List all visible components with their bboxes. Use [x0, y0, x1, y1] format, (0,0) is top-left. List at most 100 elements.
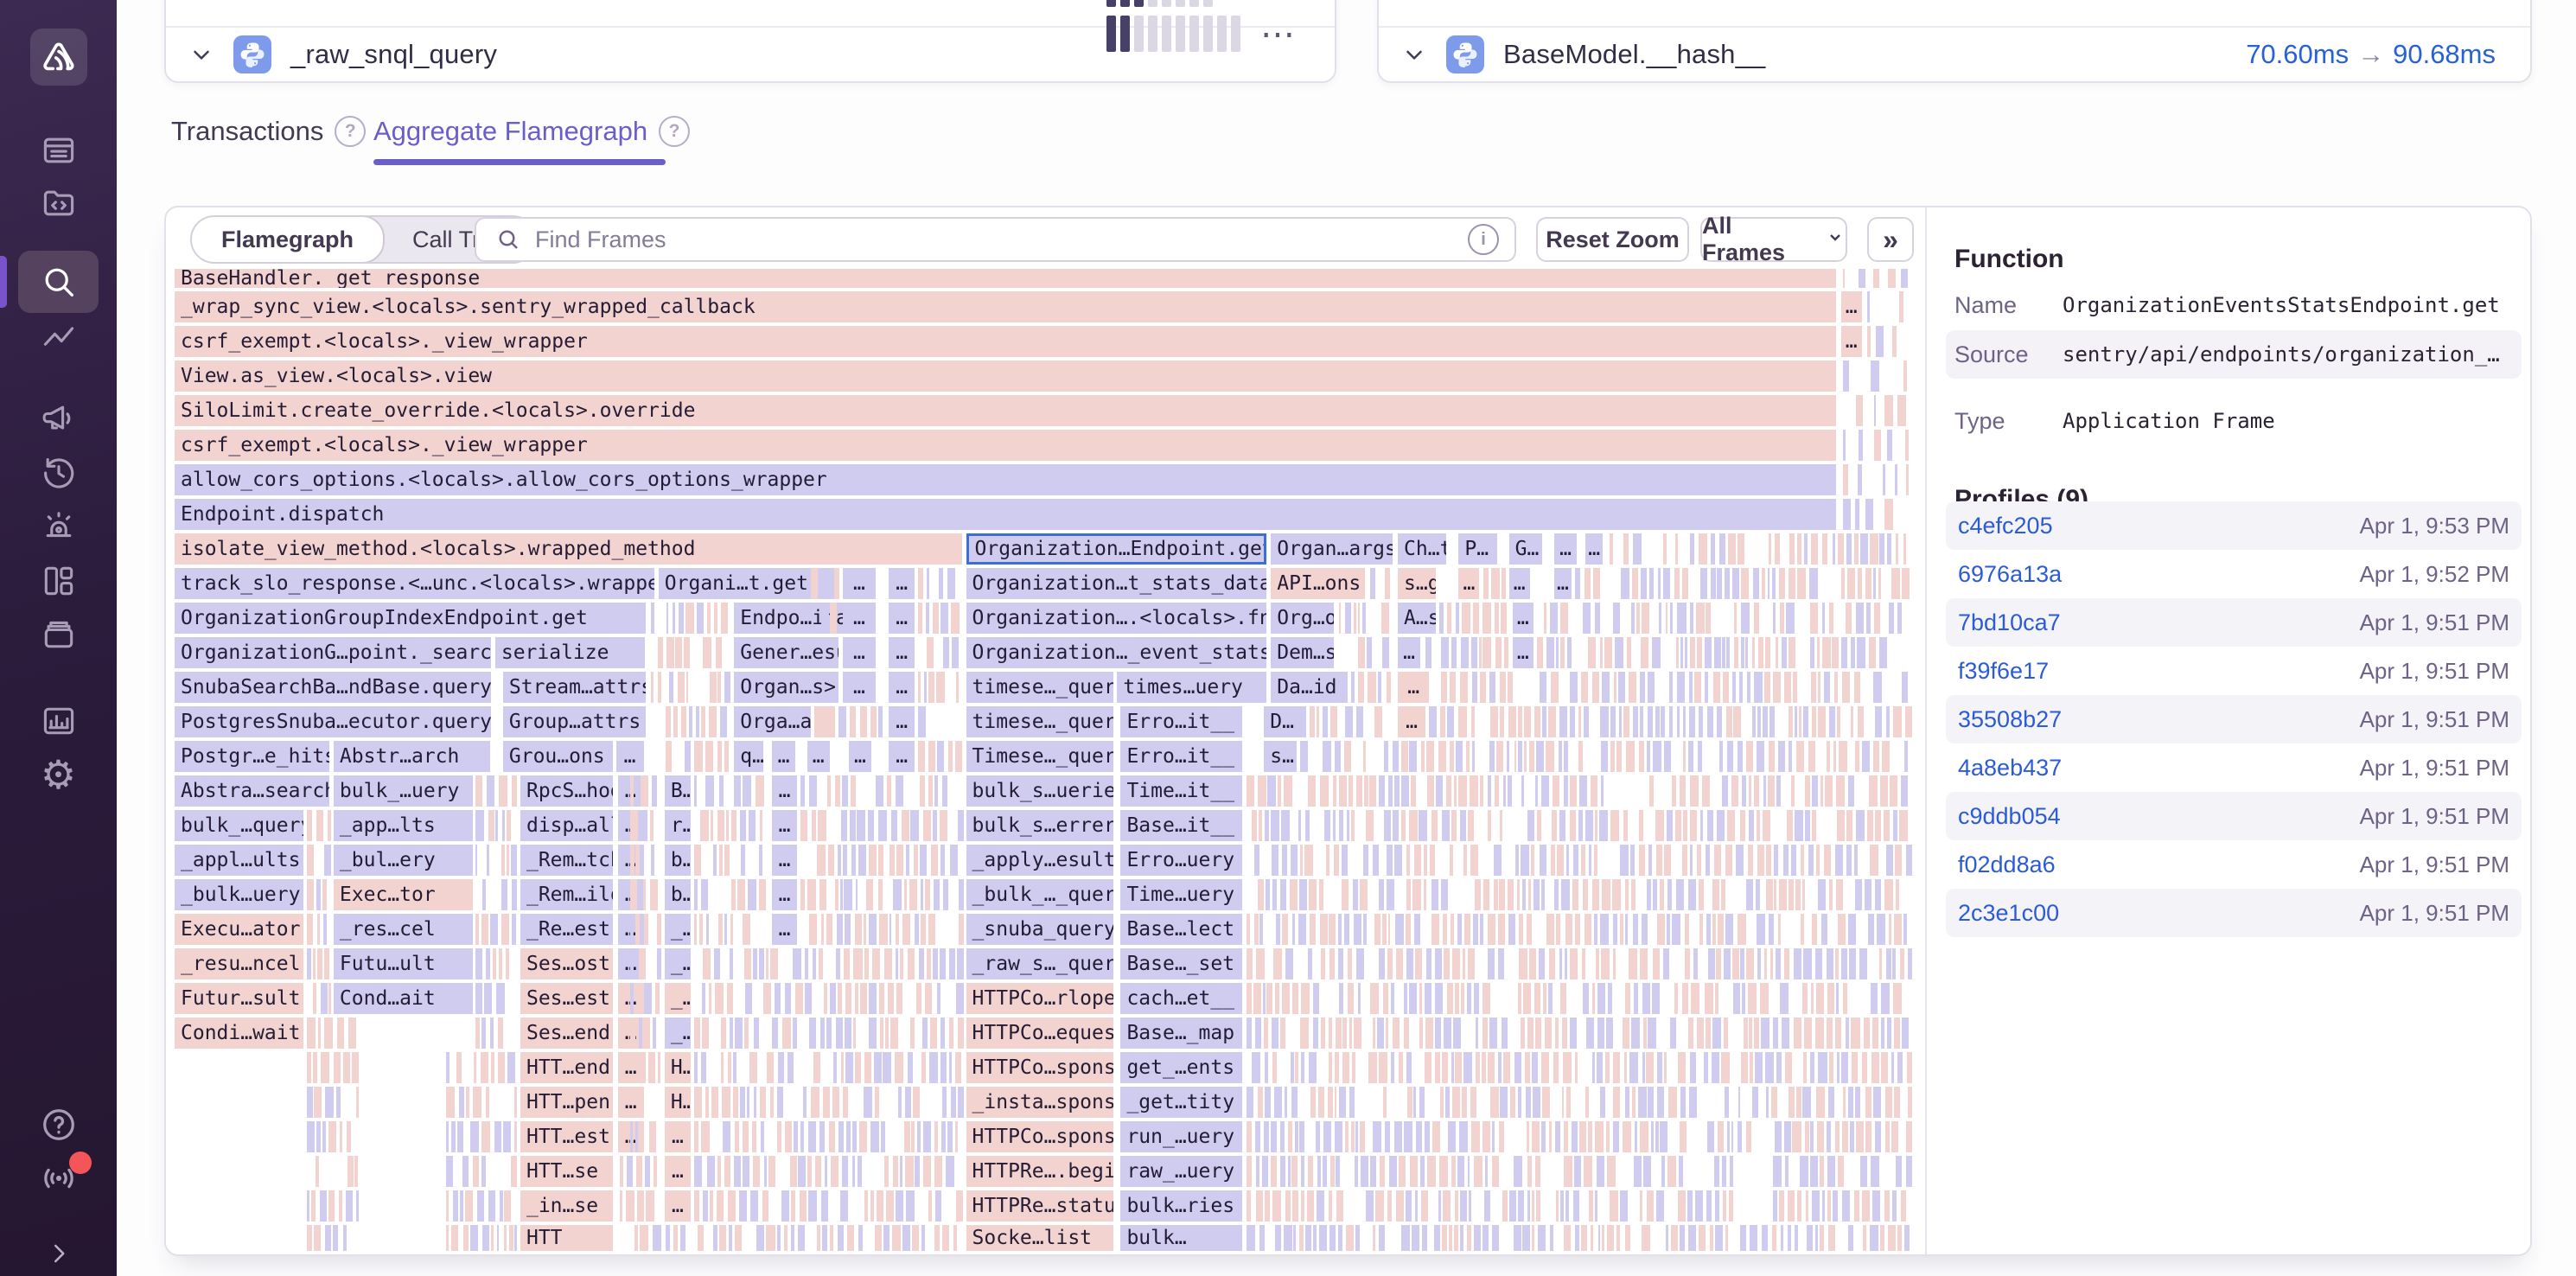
flamegraph-frame[interactable]: [914, 845, 918, 876]
flamegraph-frame[interactable]: [481, 914, 488, 945]
flamegraph-frame[interactable]: [1247, 1225, 1255, 1251]
flamegraph-frame[interactable]: [1829, 879, 1833, 910]
flamegraph-frame[interactable]: [459, 1087, 465, 1118]
flamegraph-frame[interactable]: [1474, 1156, 1482, 1187]
flamegraph-frame[interactable]: [1848, 775, 1854, 807]
flamegraph-frame[interactable]: [316, 1121, 321, 1152]
flamegraph-frame[interactable]: [1500, 706, 1504, 737]
flamegraph-frame[interactable]: [512, 914, 516, 945]
flamegraph-frame[interactable]: [760, 810, 762, 841]
flamegraph-frame[interactable]: [1629, 1052, 1638, 1083]
flamegraph-frame[interactable]: [1407, 1087, 1412, 1118]
flamegraph-frame[interactable]: [348, 1018, 356, 1049]
flamegraph-frame[interactable]: [1839, 741, 1847, 772]
flamegraph-frame[interactable]: [1556, 637, 1559, 668]
flamegraph-frame[interactable]: [1410, 1156, 1419, 1187]
flamegraph-frame[interactable]: [1719, 741, 1723, 772]
flamegraph-frame[interactable]: [709, 983, 711, 1014]
flamegraph-frame[interactable]: [1411, 775, 1416, 807]
flamegraph-frame[interactable]: [1640, 1190, 1642, 1222]
flamegraph-frame[interactable]: [1345, 603, 1351, 634]
flamegraph-frame[interactable]: [1897, 603, 1902, 634]
flamegraph-frame[interactable]: [1766, 879, 1772, 910]
flamegraph-frame[interactable]: [1655, 706, 1660, 737]
flamegraph-frame[interactable]: [1742, 775, 1746, 807]
flamegraph-frame[interactable]: [754, 1087, 756, 1118]
flamegraph-frame[interactable]: [1426, 948, 1431, 979]
flamegraph-frame[interactable]: [940, 603, 948, 634]
flamegraph-frame[interactable]: [1802, 1087, 1811, 1118]
flamegraph-frame[interactable]: [1752, 1087, 1759, 1118]
flamegraph-frame[interactable]: [1871, 1156, 1879, 1187]
flamegraph-frame[interactable]: [1775, 533, 1780, 565]
flamegraph-frame[interactable]: [501, 879, 507, 910]
flamegraph-frame[interactable]: [1666, 603, 1668, 634]
flamegraph-frame[interactable]: [1707, 706, 1713, 737]
flamegraph-frame[interactable]: [748, 879, 756, 910]
flamegraph-frame[interactable]: [1323, 1156, 1327, 1187]
flamegraph-frame[interactable]: [1439, 1156, 1447, 1187]
flamegraph-frame[interactable]: [728, 1190, 736, 1222]
flamegraph-frame[interactable]: [1399, 1156, 1406, 1187]
flamegraph-frame[interactable]: [1468, 810, 1474, 841]
flamegraph-frame[interactable]: [1454, 1225, 1458, 1251]
flamegraph-frame[interactable]: [1308, 1156, 1313, 1187]
flamegraph-frame[interactable]: [918, 603, 922, 634]
flamegraph-frame[interactable]: [1461, 983, 1465, 1014]
flamegraph-frame[interactable]: [313, 948, 316, 979]
flamegraph-frame[interactable]: [1537, 810, 1540, 841]
flamegraph-frame[interactable]: [1419, 810, 1427, 841]
flamegraph-frame[interactable]: [1738, 1087, 1741, 1118]
flamegraph-frame[interactable]: [793, 948, 800, 979]
flamegraph-frame[interactable]: [1256, 1156, 1259, 1187]
flamegraph-frame[interactable]: [1789, 706, 1793, 737]
flamegraph-frame[interactable]: [827, 775, 831, 807]
flamegraph-frame[interactable]: [491, 1052, 494, 1083]
flamegraph-frame[interactable]: Ses…end: [520, 1018, 613, 1049]
flamegraph-frame[interactable]: [328, 1121, 336, 1152]
flamegraph-frame[interactable]: [666, 706, 671, 737]
flamegraph-frame[interactable]: [1732, 948, 1739, 979]
flamegraph-frame[interactable]: …: [1841, 326, 1862, 357]
flamegraph-frame[interactable]: Orga…a_fn: [734, 706, 810, 737]
flamegraph-frame[interactable]: [835, 775, 840, 807]
flamegraph-frame[interactable]: [347, 1121, 351, 1152]
flamegraph-frame[interactable]: [807, 1156, 812, 1187]
flamegraph-frame[interactable]: [858, 1225, 863, 1251]
flamegraph-frame[interactable]: [791, 1190, 795, 1222]
flamegraph-frame[interactable]: Erro…it__: [1120, 741, 1242, 772]
flamegraph-frame[interactable]: [1810, 1121, 1814, 1152]
flamegraph-frame[interactable]: [1471, 706, 1475, 737]
flamegraph-frame[interactable]: [1444, 1018, 1452, 1049]
flamegraph-frame[interactable]: [486, 948, 490, 979]
flamegraph-frame[interactable]: [1442, 1052, 1447, 1083]
flamegraph-frame[interactable]: [1579, 1121, 1586, 1152]
flamegraph-frame[interactable]: Futur…sult: [175, 983, 303, 1014]
flamegraph-frame[interactable]: [1784, 1121, 1791, 1152]
flamegraph-frame[interactable]: [642, 810, 647, 841]
flamegraph-frame[interactable]: [487, 845, 489, 876]
flamegraph-frame[interactable]: [1329, 914, 1335, 945]
flamegraph-frame[interactable]: [507, 810, 511, 841]
flamegraph-frame[interactable]: q…: [734, 741, 763, 772]
flamegraph-frame[interactable]: [1834, 672, 1838, 703]
flamegraph-frame[interactable]: [1310, 914, 1316, 945]
flamegraph-frame[interactable]: [1475, 879, 1482, 910]
flamegraph-frame[interactable]: HTT…se: [520, 1156, 613, 1187]
flamegraph-frame[interactable]: [953, 1225, 957, 1251]
flamegraph-frame[interactable]: [1620, 845, 1629, 876]
flamegraph-frame[interactable]: [1460, 672, 1469, 703]
flamegraph-frame[interactable]: [1805, 810, 1810, 841]
flamegraph-frame[interactable]: [1680, 1225, 1685, 1251]
flamegraph-frame[interactable]: [1902, 1018, 1909, 1049]
flamegraph-frame[interactable]: [498, 1052, 505, 1083]
flamegraph-frame[interactable]: [666, 1225, 670, 1251]
flamegraph-frame[interactable]: [1349, 1018, 1352, 1049]
flamegraph-frame[interactable]: [1699, 533, 1707, 565]
flamegraph-frame[interactable]: [482, 1225, 489, 1251]
flamegraph-frame[interactable]: [1335, 1052, 1339, 1083]
flamegraph-frame[interactable]: [703, 637, 711, 668]
flamegraph-frame[interactable]: [1499, 1121, 1503, 1152]
flamegraph-frame[interactable]: [947, 568, 955, 599]
flamegraph-frame[interactable]: [730, 948, 733, 979]
